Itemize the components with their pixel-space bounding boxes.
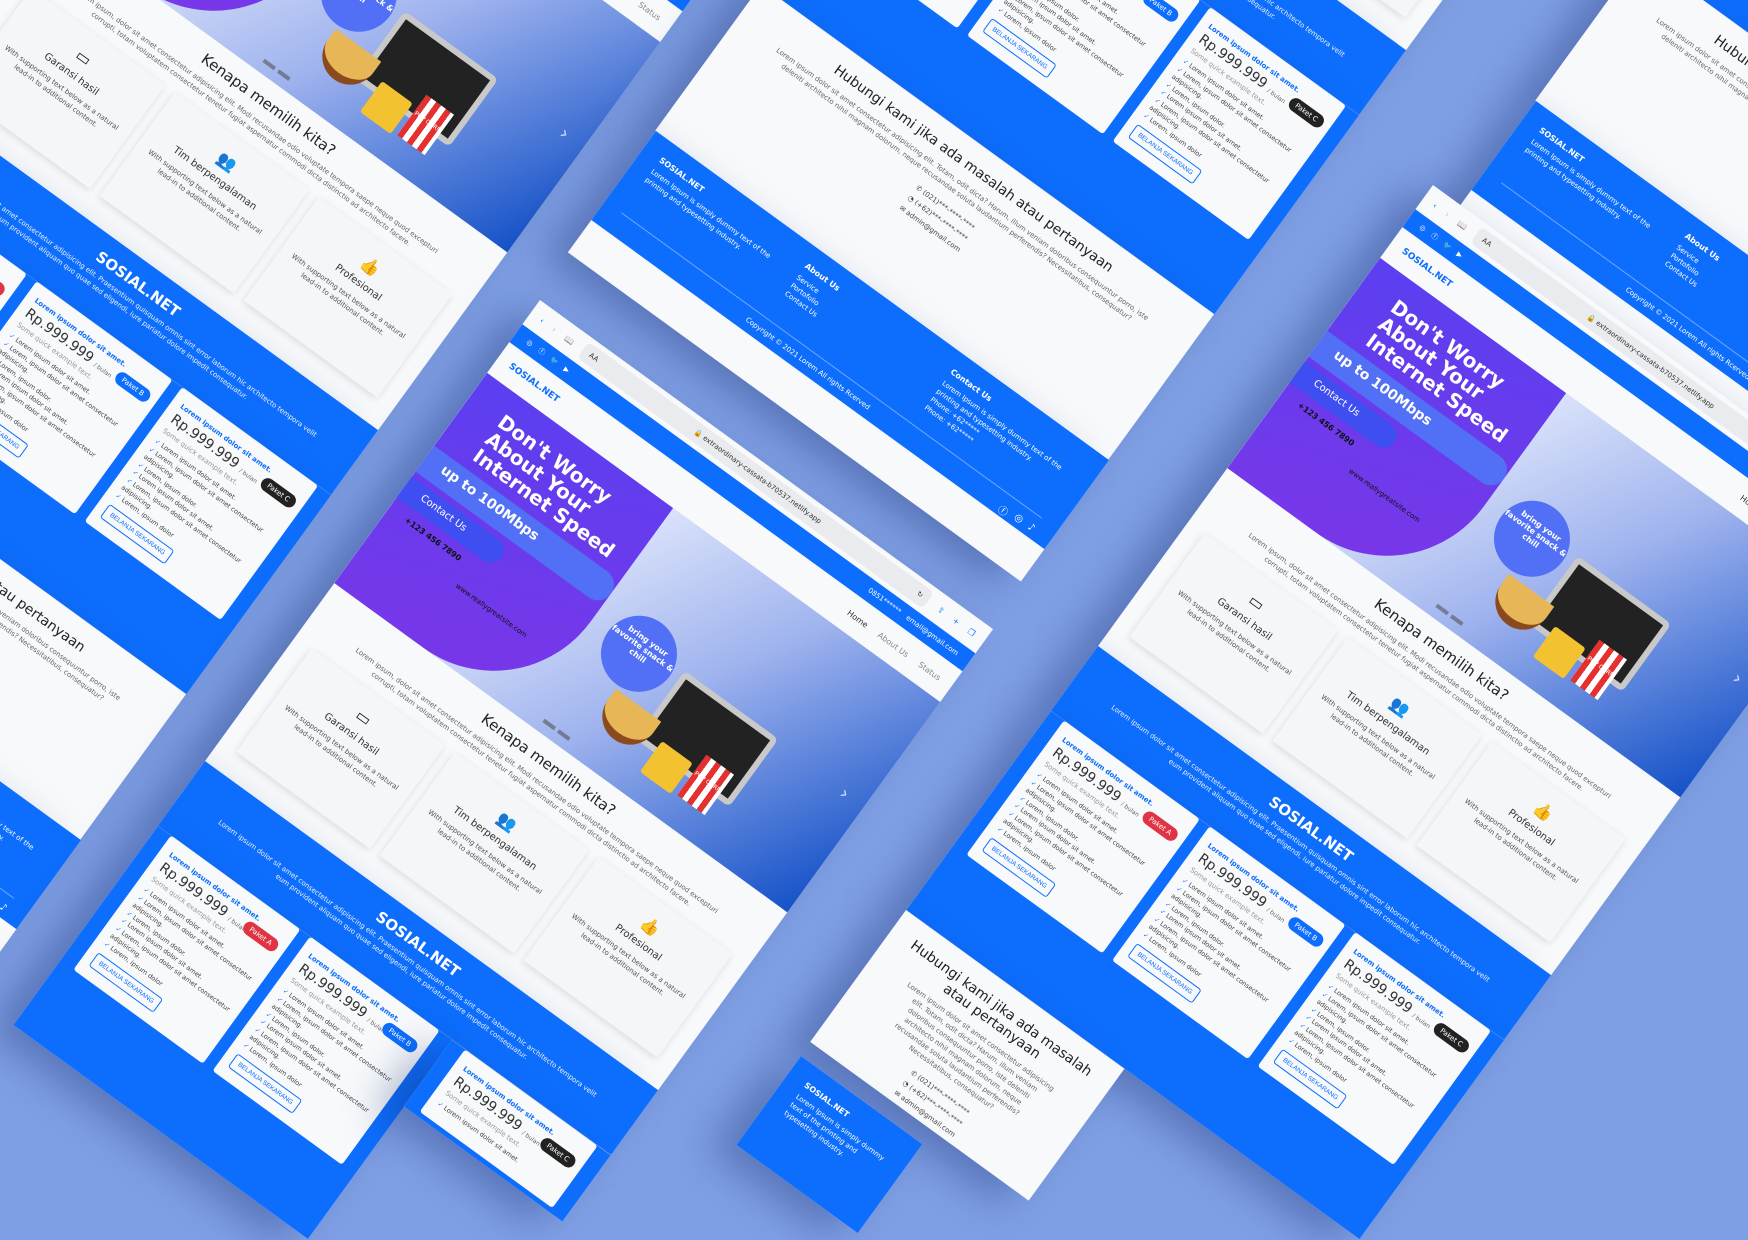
tiktok-icon[interactable]: ♪ bbox=[1023, 521, 1037, 537]
chevron-left-icon[interactable]: ‹ bbox=[1431, 201, 1439, 210]
chevron-right-icon[interactable]: › bbox=[1444, 209, 1452, 218]
tabs-icon[interactable]: ❐ bbox=[966, 626, 977, 637]
book-icon[interactable]: 📖 bbox=[563, 333, 576, 346]
share-icon[interactable]: ⇪ bbox=[936, 604, 947, 615]
reload-icon[interactable]: ↻ bbox=[915, 590, 924, 600]
chevron-right-icon[interactable]: › bbox=[1728, 668, 1746, 689]
instagram-icon[interactable]: ◎ bbox=[1418, 223, 1428, 233]
facebook-icon[interactable]: ⓕ bbox=[536, 346, 548, 358]
chevron-right-icon[interactable]: › bbox=[555, 123, 573, 144]
nav-home[interactable]: Home bbox=[1739, 493, 1748, 514]
nav-status[interactable]: Status bbox=[917, 660, 943, 682]
plus-icon[interactable]: + bbox=[951, 615, 962, 626]
carousel-indicators[interactable] bbox=[262, 58, 291, 81]
reader-aa-button[interactable]: AA bbox=[587, 351, 600, 363]
nav-about-us[interactable]: About Us bbox=[876, 630, 911, 659]
mockup-stage: ‹ › 📖 AA 🔒 extraordinary-cassata-b70537.… bbox=[0, 0, 1748, 1240]
chevron-right-icon[interactable]: › bbox=[835, 783, 853, 804]
reader-aa-button[interactable]: AA bbox=[1480, 236, 1493, 248]
facebook-icon[interactable]: ⓕ bbox=[1429, 231, 1441, 243]
book-icon[interactable]: 📖 bbox=[1456, 218, 1469, 231]
nav-status[interactable]: Status bbox=[637, 0, 663, 22]
twitter-icon[interactable]: 🐦 bbox=[1441, 240, 1453, 252]
carousel-indicators[interactable] bbox=[1435, 603, 1464, 626]
chevron-right-icon[interactable]: › bbox=[551, 324, 559, 333]
nav-home[interactable]: Home bbox=[846, 608, 870, 629]
youtube-icon[interactable]: ▶ bbox=[562, 365, 571, 375]
instagram-icon[interactable]: ◎ bbox=[525, 338, 535, 348]
tiktok-icon[interactable]: ♪ bbox=[0, 901, 9, 917]
twitter-icon[interactable]: 🐦 bbox=[548, 355, 560, 367]
chevron-left-icon[interactable]: ‹ bbox=[538, 316, 546, 325]
carousel-indicators[interactable] bbox=[542, 718, 571, 741]
instagram-icon[interactable]: ◎ bbox=[1009, 511, 1025, 528]
youtube-icon[interactable]: ▶ bbox=[1455, 250, 1464, 260]
